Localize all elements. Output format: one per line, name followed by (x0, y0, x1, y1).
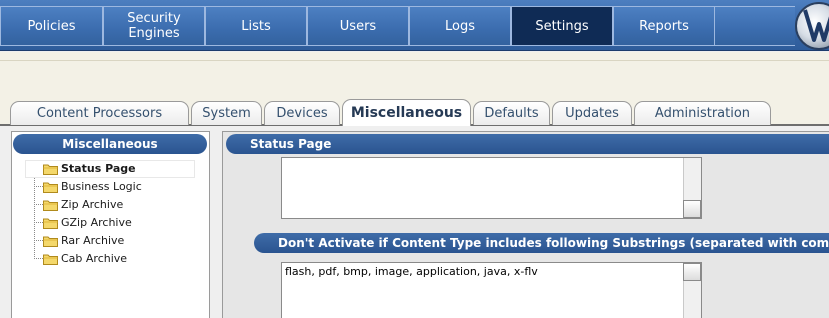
sidebar-item-zip-archive[interactable]: Zip Archive (25, 196, 195, 214)
sidebar-item-label: Cab Archive (61, 252, 128, 265)
tab-label: System (202, 106, 251, 121)
sidebar-item-status-page[interactable]: Status Page (25, 160, 195, 178)
tab-defaults[interactable]: Defaults (473, 101, 550, 125)
sidebar-item-label: Status Page (61, 162, 136, 175)
tab-label: Updates (565, 106, 619, 121)
content-type-header: Don't Activate if Content Type includes … (254, 233, 829, 253)
nav-lists[interactable]: Lists (205, 6, 307, 46)
tab-label: Miscellaneous (350, 105, 463, 121)
sidebar-title: Miscellaneous (13, 134, 207, 154)
status-page-textbox (281, 157, 702, 219)
folder-icon (43, 182, 58, 193)
folder-icon (43, 254, 58, 265)
nav-logs[interactable]: Logs (409, 6, 511, 46)
nav-filler (715, 6, 795, 46)
tree-branch (34, 222, 43, 223)
nav-reports[interactable]: Reports (613, 6, 715, 46)
sidebar-item-rar-archive[interactable]: Rar Archive (25, 232, 195, 250)
sidebar-item-label: GZip Archive (61, 216, 132, 229)
folder-icon (43, 200, 58, 211)
sidebar-item-label: Rar Archive (61, 234, 125, 247)
tab-miscellaneous[interactable]: Miscellaneous (342, 99, 471, 126)
top-nav: Policies Security Engines Lists Users Lo… (0, 0, 829, 51)
nav-label: Logs (445, 18, 475, 34)
nav-label: Policies (27, 18, 76, 34)
tab-system[interactable]: System (191, 101, 262, 125)
nav-label: Reports (639, 18, 689, 34)
tree-branch (34, 186, 43, 187)
scrollbar-thumb[interactable] (683, 263, 701, 281)
sidebar-item-label: Business Logic (61, 180, 142, 193)
tab-administration[interactable]: Administration (634, 101, 771, 125)
status-page-header: Status Page (226, 134, 829, 154)
nav-security-engines[interactable]: Security Engines (103, 6, 205, 46)
sidebar-item-cab-archive[interactable]: Cab Archive (25, 250, 195, 268)
scrollbar-thumb[interactable] (683, 200, 701, 218)
tree-branch (34, 204, 43, 205)
tree-branch (34, 258, 43, 259)
content-type-textarea[interactable]: flash, pdf, bmp, image, application, jav… (282, 263, 684, 318)
nav-label: Security Engines (127, 11, 181, 41)
band-divider (0, 60, 829, 61)
nav-users[interactable]: Users (307, 6, 409, 46)
section-title: Status Page (250, 137, 332, 151)
nav-settings[interactable]: Settings (511, 6, 613, 46)
folder-icon (43, 236, 58, 247)
nav-label: Users (339, 18, 377, 34)
nav-label: Lists (241, 18, 271, 34)
folder-icon (43, 218, 58, 229)
tab-label: Defaults (484, 106, 539, 121)
tab-updates[interactable]: Updates (552, 101, 632, 125)
tab-content-processors[interactable]: Content Processors (10, 101, 189, 125)
tree-branch (34, 240, 43, 241)
tab-label: Content Processors (36, 106, 163, 121)
status-page-textarea[interactable] (282, 158, 684, 218)
section-title: Don't Activate if Content Type includes … (278, 236, 829, 250)
tab-label: Administration (654, 106, 751, 121)
tab-devices[interactable]: Devices (264, 101, 340, 125)
sidebar-item-gzip-archive[interactable]: GZip Archive (25, 214, 195, 232)
tab-label: Devices (276, 106, 328, 121)
brand-logo-mark (803, 9, 829, 42)
nav-label: Settings (535, 18, 589, 34)
sidebar-item-label: Zip Archive (61, 198, 124, 211)
content-type-textbox: flash, pdf, bmp, image, application, jav… (281, 262, 702, 318)
sidebar-item-business-logic[interactable]: Business Logic (25, 178, 195, 196)
folder-icon (43, 164, 58, 175)
nav-policies[interactable]: Policies (0, 6, 103, 46)
